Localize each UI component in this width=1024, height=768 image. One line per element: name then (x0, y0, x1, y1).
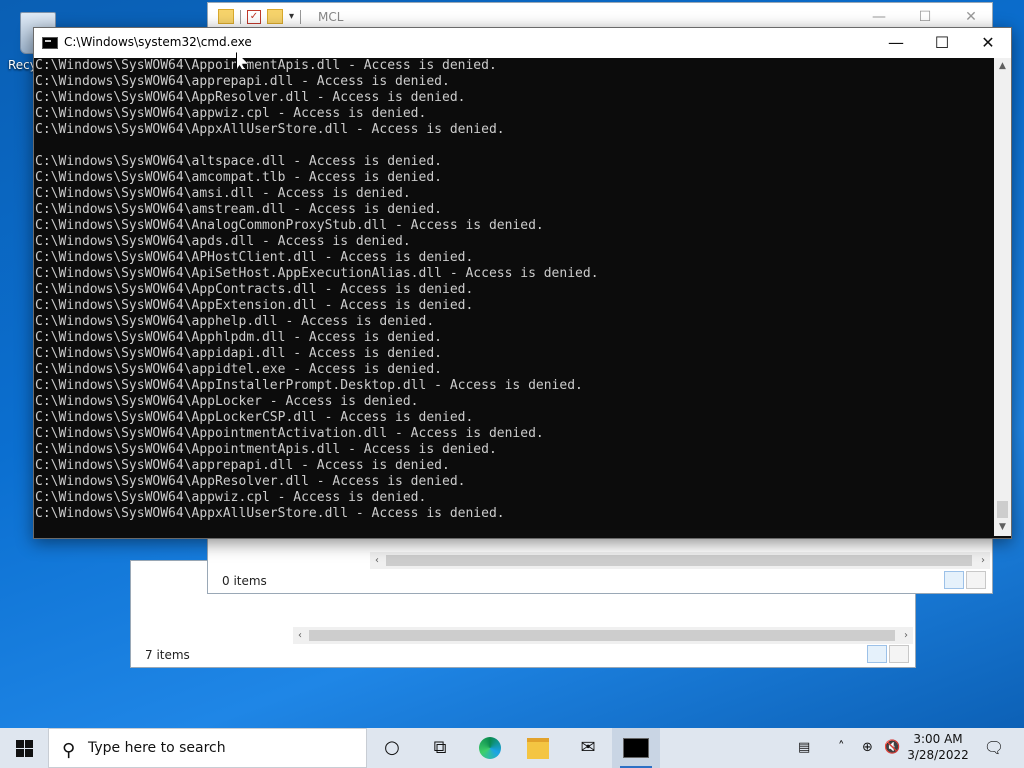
minimize-button[interactable]: — (873, 28, 919, 58)
console-line: C:\Windows\SysWOW64\apprepapi.dll - Acce… (35, 74, 450, 89)
large-icons-view-button[interactable] (889, 645, 909, 663)
window-title: MCL (318, 10, 344, 24)
task-view-button[interactable]: ⧉ (416, 728, 464, 768)
search-icon: ⚲ (62, 740, 76, 761)
clock[interactable]: 3:00 AM 3/28/2022 (906, 731, 970, 763)
cortana-button[interactable]: ○ (368, 728, 416, 768)
taskbar-search-box[interactable]: ⚲ Type here to search (48, 728, 367, 768)
scrollbar-thumb[interactable] (997, 501, 1008, 518)
mail-icon: ✉ (580, 737, 596, 758)
console-line: C:\Windows\SysWOW64\AppLockerCSP.dll - A… (35, 410, 474, 425)
console-line: C:\Windows\SysWOW64\AppointmentApis.dll … (35, 442, 497, 457)
cmd-icon (623, 738, 649, 758)
console-line: C:\Windows\SysWOW64\AppResolver.dll - Ac… (35, 90, 466, 105)
console-line: C:\Windows\SysWOW64\AppInstallerPrompt.D… (35, 378, 583, 393)
cmd-window: C:\Windows\system32\cmd.exe — ☐ ✕ C:\Win… (33, 27, 1012, 539)
cmd-title-bar[interactable]: C:\Windows\system32\cmd.exe — ☐ ✕ (34, 28, 1011, 58)
tray-news-icon[interactable]: ▤ (798, 728, 810, 768)
volume-muted-icon[interactable]: 🔇 (884, 728, 900, 768)
search-placeholder: Type here to search (88, 740, 226, 756)
task-view-icon: ⧉ (433, 737, 447, 758)
console-line: C:\Windows\SysWOW64\AppExtension.dll - A… (35, 298, 474, 313)
cmd-app-icon[interactable] (42, 37, 58, 49)
console-line: C:\Windows\SysWOW64\AppxAllUserStore.dll… (35, 122, 505, 137)
console-line: C:\Windows\SysWOW64\apprepapi.dll - Acce… (35, 458, 450, 473)
scrollbar-thumb[interactable] (386, 555, 972, 566)
clock-date: 3/28/2022 (907, 748, 969, 762)
console-line: C:\Windows\SysWOW64\amsi.dll - Access is… (35, 186, 411, 201)
details-view-button[interactable] (867, 645, 887, 663)
console-line: C:\Windows\SysWOW64\APHostClient.dll - A… (35, 250, 474, 265)
console-line: C:\Windows\SysWOW64\amstream.dll - Acces… (35, 202, 442, 217)
scroll-left-arrow-icon[interactable]: ‹ (370, 552, 384, 569)
console-line: C:\Windows\SysWOW64\altspace.dll - Acces… (35, 154, 442, 169)
taskbar: ⚲ Type here to search ○ ⧉ ✉ ▤ ˄ ⊕ 🔇 3:00… (0, 728, 1024, 768)
scroll-right-arrow-icon[interactable]: › (976, 552, 990, 569)
large-icons-view-button[interactable] (966, 571, 986, 589)
notification-center-icon[interactable]: 🗨 (974, 728, 1014, 768)
maximize-button[interactable]: ☐ (919, 28, 965, 58)
console-line: C:\Windows\SysWOW64\Apphlpdm.dll - Acces… (35, 330, 442, 345)
console-output[interactable]: C:\Windows\SysWOW64\AppointmentApis.dll … (35, 58, 993, 536)
scroll-up-arrow-icon[interactable]: ▲ (994, 58, 1011, 75)
new-folder-icon[interactable] (267, 9, 283, 24)
toolbar-divider (240, 9, 241, 24)
scroll-left-arrow-icon[interactable]: ‹ (293, 627, 307, 644)
vertical-scrollbar[interactable]: ▲ ▼ (994, 58, 1011, 536)
edge-taskbar-button[interactable] (466, 728, 514, 768)
console-line: C:\Windows\SysWOW64\AppContracts.dll - A… (35, 282, 474, 297)
scroll-down-arrow-icon[interactable]: ▼ (994, 519, 1011, 536)
console-line: C:\Windows\SysWOW64\ApiSetHost.AppExecut… (35, 266, 599, 281)
toolbar-divider (300, 9, 302, 24)
properties-icon[interactable]: ✓ (247, 9, 261, 24)
console-line: C:\Windows\SysWOW64\appidapi.dll - Acces… (35, 346, 442, 361)
console-line: C:\Windows\SysWOW64\apds.dll - Access is… (35, 234, 411, 249)
console-line: C:\Windows\SysWOW64\appidtel.exe - Acces… (35, 362, 442, 377)
window-title: C:\Windows\system32\cmd.exe (64, 35, 252, 49)
file-explorer-taskbar-button[interactable] (514, 728, 562, 768)
horizontal-scrollbar[interactable]: ‹ › (370, 552, 990, 569)
circle-icon: ○ (384, 737, 400, 758)
customize-dropdown-icon[interactable]: ▾ (289, 11, 294, 22)
horizontal-scrollbar[interactable]: ‹ › (293, 627, 913, 644)
tray-chevron-up-icon[interactable]: ˄ (838, 728, 845, 768)
clock-time: 3:00 AM (913, 732, 963, 746)
close-button[interactable]: ✕ (965, 28, 1011, 58)
quick-access-toolbar: ✓ ▾ (218, 9, 302, 24)
console-line: C:\Windows\SysWOW64\appwiz.cpl - Access … (35, 490, 427, 505)
console-line: C:\Windows\SysWOW64\AppointmentApis.dll … (35, 58, 497, 73)
mail-taskbar-button[interactable]: ✉ (564, 728, 612, 768)
status-item-count: 0 items (222, 574, 267, 588)
scrollbar-thumb[interactable] (309, 630, 895, 641)
start-button[interactable] (0, 728, 48, 768)
console-line: C:\Windows\SysWOW64\AppointmentActivatio… (35, 426, 544, 441)
scroll-right-arrow-icon[interactable]: › (899, 627, 913, 644)
folder-icon (527, 737, 549, 759)
console-line: C:\Windows\SysWOW64\apphelp.dll - Access… (35, 314, 435, 329)
console-line: C:\Windows\SysWOW64\appwiz.cpl - Access … (35, 106, 427, 121)
console-line: C:\Windows\SysWOW64\AppResolver.dll - Ac… (35, 474, 466, 489)
network-icon[interactable]: ⊕ (862, 728, 873, 768)
console-line: C:\Windows\SysWOW64\amcompat.tlb - Acces… (35, 170, 442, 185)
console-line: C:\Windows\SysWOW64\AppxAllUserStore.dll… (35, 506, 505, 521)
status-item-count: 7 items (145, 648, 190, 662)
details-view-button[interactable] (944, 571, 964, 589)
console-line: C:\Windows\SysWOW64\AppLocker - Access i… (35, 394, 419, 409)
folder-icon[interactable] (218, 9, 234, 24)
edge-icon (479, 737, 501, 759)
cmd-taskbar-button[interactable] (612, 728, 660, 768)
console-line: C:\Windows\SysWOW64\AnalogCommonProxyStu… (35, 218, 544, 233)
